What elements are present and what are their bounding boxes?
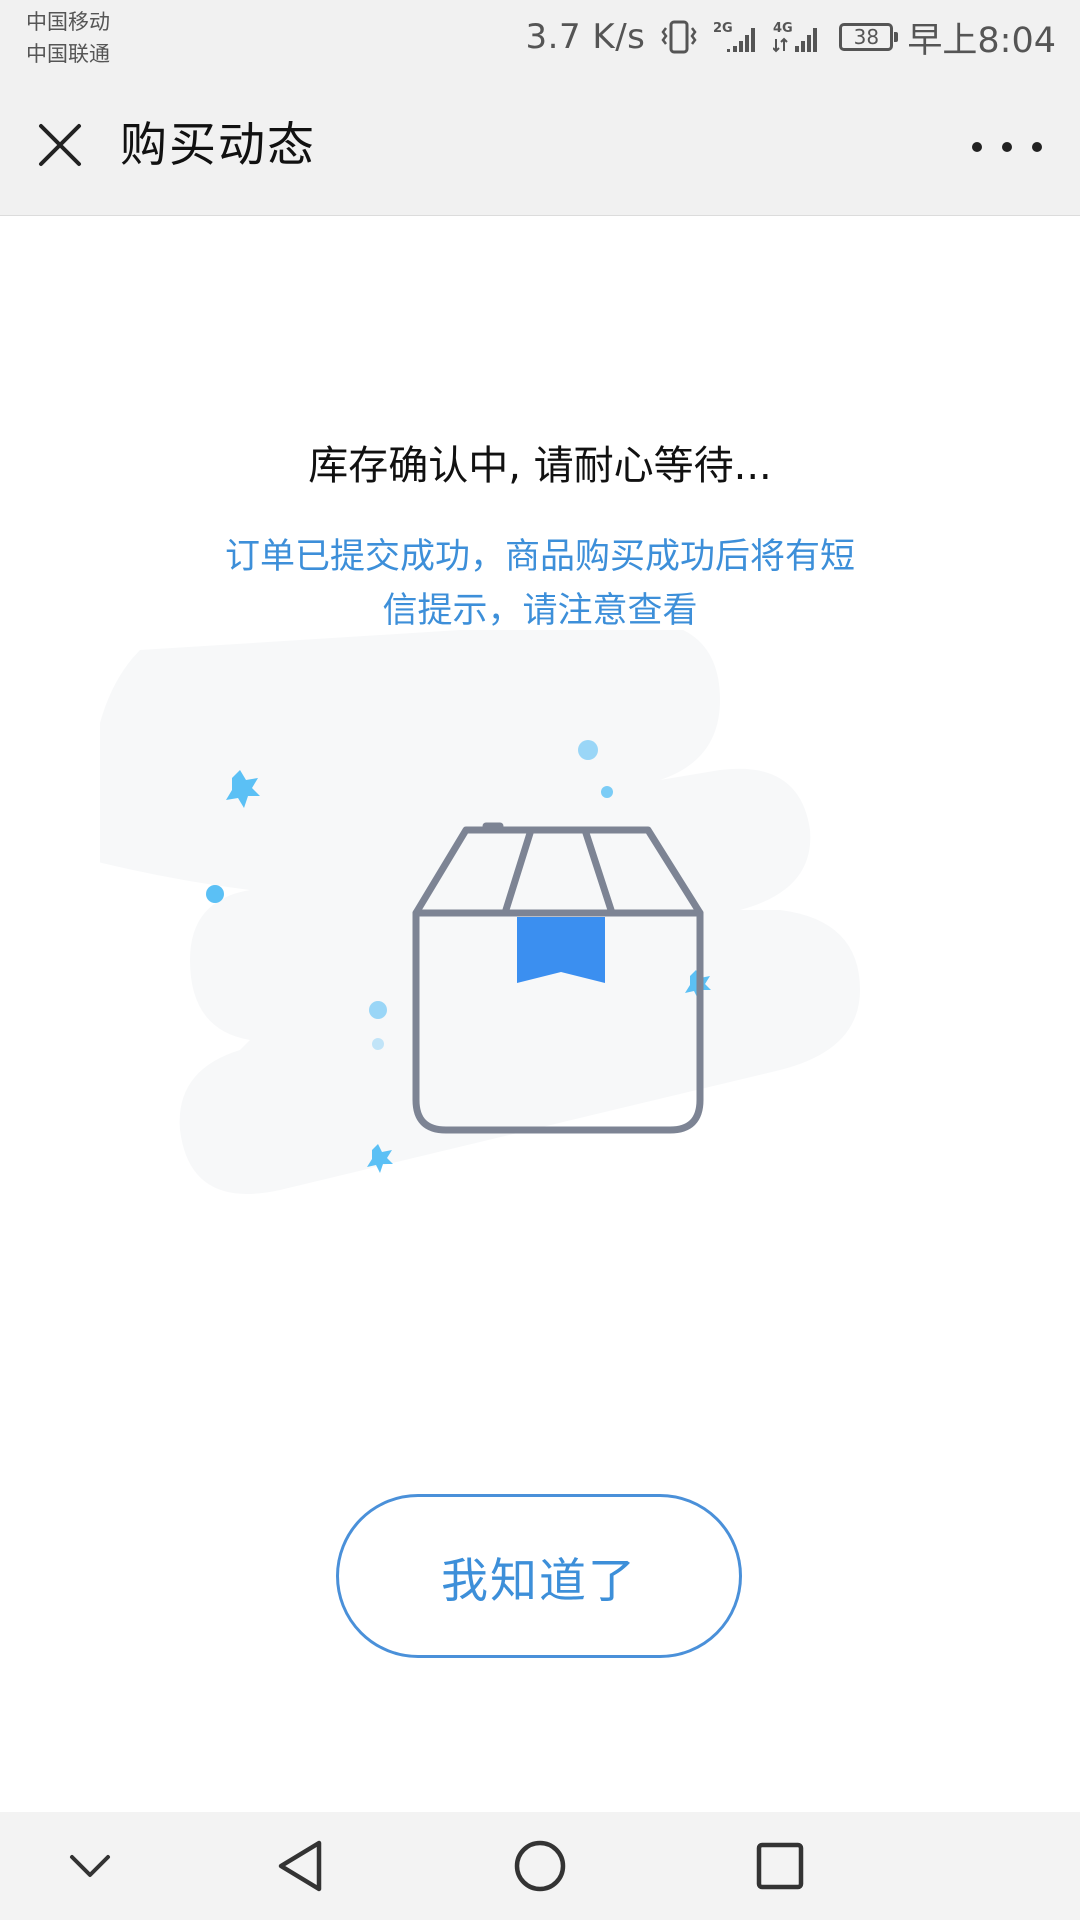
order-message: 订单已提交成功，商品购买成功后将有短信提示，请注意查看 <box>224 537 855 631</box>
clock: 早上8:04 <box>907 20 1056 61</box>
status-bar: 中国移动 中国联通 3.7 K/s 2G 4G 38 早上8:04 <box>0 0 1080 78</box>
close-button[interactable] <box>30 115 90 175</box>
more-icon-dot <box>1002 142 1012 152</box>
more-options-button[interactable] <box>972 122 1042 172</box>
carrier-name-2: 中国联通 <box>26 42 110 66</box>
collapse-button[interactable] <box>54 1830 126 1902</box>
recents-button[interactable] <box>744 1830 816 1902</box>
app-header: 购买动态 <box>0 78 1080 216</box>
close-icon <box>39 124 81 166</box>
network-speed: 3.7 K/s <box>525 17 646 57</box>
more-icon-dot <box>972 142 982 152</box>
signal-2g-icon: 2G <box>713 19 759 55</box>
signal-2g-label: 2G <box>713 21 733 36</box>
recents-icon <box>756 1842 804 1890</box>
battery-level: 38 <box>853 25 880 49</box>
home-icon <box>514 1840 566 1892</box>
carrier-name-1: 中国移动 <box>26 10 110 34</box>
back-button[interactable] <box>264 1830 336 1902</box>
package-illustration <box>88 619 980 1290</box>
carrier-info: 中国移动 中国联通 <box>26 6 110 70</box>
battery-icon: 38 <box>839 23 899 51</box>
status-indicators: 3.7 K/s 2G 4G 38 早上8:04 <box>525 14 1056 61</box>
page-title: 购买动态 <box>120 118 316 173</box>
back-icon <box>278 1840 322 1892</box>
collapse-icon <box>70 1855 110 1877</box>
status-heading: 库存确认中, 请耐心等待... <box>308 443 772 489</box>
acknowledge-button[interactable]: 我知道了 <box>336 1494 742 1658</box>
more-icon-dot <box>1032 142 1042 152</box>
vibrate-icon <box>659 19 699 55</box>
system-nav-bar <box>0 1812 1080 1920</box>
home-button[interactable] <box>504 1830 576 1902</box>
signal-4g-icon: 4G <box>773 19 825 55</box>
signal-4g-label: 4G <box>773 21 793 36</box>
